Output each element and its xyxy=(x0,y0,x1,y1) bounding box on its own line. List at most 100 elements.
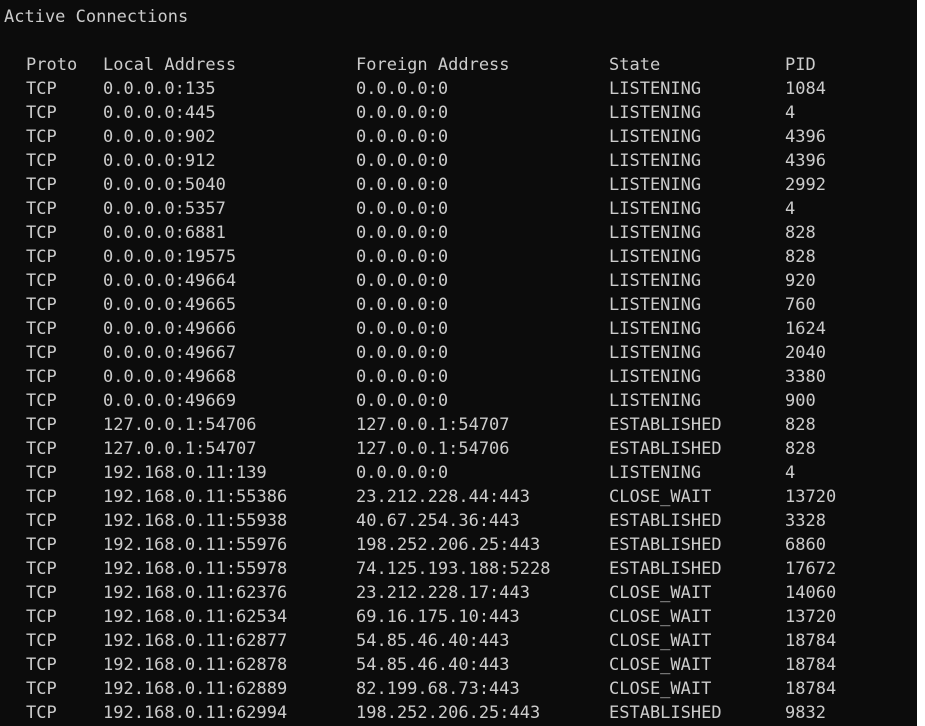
column-header-state: State xyxy=(609,55,661,75)
foreign-address-cell: 198.252.206.25:443 xyxy=(356,703,541,723)
state-cell: LISTENING xyxy=(609,391,702,411)
local-address-cell: 127.0.0.1:54707 xyxy=(103,439,257,459)
table-row: TCP 192.168.0.11:62878 54.85.46.40:443 CLOS… xyxy=(0,653,917,677)
table-row: TCP 192.168.0.11:62889 82.199.68.73:443 CLO… xyxy=(0,677,917,701)
pid-cell: 14060 xyxy=(785,583,837,603)
foreign-address-cell: 0.0.0.0:0 xyxy=(356,103,449,123)
table-row: TCP 0.0.0.0:902 0.0.0.0:0 LISTENING 4396 xyxy=(0,125,917,149)
pid-cell: 4 xyxy=(785,463,796,483)
table-row: TCP 0.0.0.0:135 0.0.0.0:0 LISTENING 1084 xyxy=(0,77,917,101)
proto-cell: TCP xyxy=(26,295,57,315)
foreign-address-cell: 69.16.175.10:443 xyxy=(356,607,520,627)
proto-cell: TCP xyxy=(26,487,57,507)
proto-cell: TCP xyxy=(26,79,57,99)
foreign-address-cell: 0.0.0.0:0 xyxy=(356,343,449,363)
column-header-proto: Proto xyxy=(26,55,78,75)
local-address-cell: 192.168.0.11:62878 xyxy=(103,655,288,675)
local-address-cell: 0.0.0.0:49665 xyxy=(103,295,237,315)
pid-cell: 18784 xyxy=(785,679,837,699)
pid-cell: 4396 xyxy=(785,127,826,147)
state-cell: ESTABLISHED xyxy=(609,439,722,459)
local-address-cell: 0.0.0.0:6881 xyxy=(103,223,226,243)
local-address-cell: 0.0.0.0:49669 xyxy=(103,391,237,411)
local-address-cell: 0.0.0.0:49664 xyxy=(103,271,237,291)
proto-cell: TCP xyxy=(26,703,57,723)
local-address-cell: 0.0.0.0:902 xyxy=(103,127,216,147)
proto-cell: TCP xyxy=(26,319,57,339)
table-row: TCP 127.0.0.1:54707 127.0.0.1:54706 ESTABLI… xyxy=(0,437,917,461)
proto-cell: TCP xyxy=(26,679,57,699)
foreign-address-cell: 0.0.0.0:0 xyxy=(356,175,449,195)
state-cell: LISTENING xyxy=(609,79,702,99)
local-address-cell: 192.168.0.11:55976 xyxy=(103,535,288,555)
pid-cell: 828 xyxy=(785,247,816,267)
proto-cell: TCP xyxy=(26,199,57,219)
state-cell: ESTABLISHED xyxy=(609,415,722,435)
foreign-address-cell: 0.0.0.0:0 xyxy=(356,463,449,483)
table-row: TCP 0.0.0.0:49665 0.0.0.0:0 LISTENING 760 xyxy=(0,293,917,317)
proto-cell: TCP xyxy=(26,559,57,579)
table-row: TCP 192.168.0.11:62534 69.16.175.10:443 CLO… xyxy=(0,605,917,629)
table-row: TCP 0.0.0.0:49669 0.0.0.0:0 LISTENING 900 xyxy=(0,389,917,413)
table-row: TCP 192.168.0.11:55386 23.212.228.44:443 CL… xyxy=(0,485,917,509)
page-title: Active Connections xyxy=(4,7,189,27)
table-row: TCP 0.0.0.0:49668 0.0.0.0:0 LISTENING 3380 xyxy=(0,365,917,389)
local-address-cell: 0.0.0.0:49668 xyxy=(103,367,237,387)
pid-cell: 2040 xyxy=(785,343,826,363)
state-cell: LISTENING xyxy=(609,175,702,195)
table-row: TCP 0.0.0.0:49664 0.0.0.0:0 LISTENING 920 xyxy=(0,269,917,293)
state-cell: LISTENING xyxy=(609,199,702,219)
pid-cell: 2992 xyxy=(785,175,826,195)
pid-cell: 920 xyxy=(785,271,816,291)
state-cell: LISTENING xyxy=(609,319,702,339)
pid-cell: 13720 xyxy=(785,487,837,507)
pid-cell: 18784 xyxy=(785,655,837,675)
table-header: Proto Local Address Foreign Address Stat… xyxy=(0,53,917,77)
proto-cell: TCP xyxy=(26,343,57,363)
local-address-cell: 192.168.0.11:62889 xyxy=(103,679,288,699)
table-row: TCP 0.0.0.0:49666 0.0.0.0:0 LISTENING 1624 xyxy=(0,317,917,341)
foreign-address-cell: 198.252.206.25:443 xyxy=(356,535,541,555)
table-row: TCP 192.168.0.11:62376 23.212.228.17:443 CL… xyxy=(0,581,917,605)
state-cell: CLOSE_WAIT xyxy=(609,583,712,603)
state-cell: LISTENING xyxy=(609,343,702,363)
foreign-address-cell: 0.0.0.0:0 xyxy=(356,295,449,315)
state-cell: LISTENING xyxy=(609,223,702,243)
console-window[interactable]: Active Connections Proto Local Address F… xyxy=(0,0,917,726)
local-address-cell: 192.168.0.11:62376 xyxy=(103,583,288,603)
pid-cell: 3380 xyxy=(785,367,826,387)
table-row: TCP 192.168.0.11:62994 198.252.206.25:443 E… xyxy=(0,701,917,725)
pid-cell: 4 xyxy=(785,103,796,123)
pid-cell: 18784 xyxy=(785,631,837,651)
state-cell: CLOSE_WAIT xyxy=(609,631,712,651)
proto-cell: TCP xyxy=(26,631,57,651)
local-address-cell: 127.0.0.1:54706 xyxy=(103,415,257,435)
column-header-local-address: Local Address xyxy=(103,55,237,75)
local-address-cell: 0.0.0.0:49667 xyxy=(103,343,237,363)
state-cell: ESTABLISHED xyxy=(609,511,722,531)
state-cell: CLOSE_WAIT xyxy=(609,487,712,507)
proto-cell: TCP xyxy=(26,655,57,675)
proto-cell: TCP xyxy=(26,247,57,267)
pid-cell: 17672 xyxy=(785,559,837,579)
proto-cell: TCP xyxy=(26,367,57,387)
state-cell: LISTENING xyxy=(609,103,702,123)
pid-cell: 760 xyxy=(785,295,816,315)
foreign-address-cell: 0.0.0.0:0 xyxy=(356,391,449,411)
proto-cell: TCP xyxy=(26,151,57,171)
foreign-address-cell: 0.0.0.0:0 xyxy=(356,367,449,387)
local-address-cell: 192.168.0.11:55386 xyxy=(103,487,288,507)
pid-cell: 1624 xyxy=(785,319,826,339)
table-row: TCP 192.168.0.11:55978 74.125.193.188:5228… xyxy=(0,557,917,581)
pid-cell: 1084 xyxy=(785,79,826,99)
table-row: TCP 0.0.0.0:912 0.0.0.0:0 LISTENING 4396 xyxy=(0,149,917,173)
foreign-address-cell: 40.67.254.36:443 xyxy=(356,511,520,531)
table-row: TCP 192.168.0.11:55976 198.252.206.25:443 E… xyxy=(0,533,917,557)
foreign-address-cell: 74.125.193.188:5228 xyxy=(356,559,551,579)
window-edge xyxy=(917,0,925,726)
proto-cell: TCP xyxy=(26,439,57,459)
local-address-cell: 0.0.0.0:135 xyxy=(103,79,216,99)
foreign-address-cell: 0.0.0.0:0 xyxy=(356,319,449,339)
table-row: TCP 0.0.0.0:49667 0.0.0.0:0 LISTENING 2040 xyxy=(0,341,917,365)
proto-cell: TCP xyxy=(26,415,57,435)
